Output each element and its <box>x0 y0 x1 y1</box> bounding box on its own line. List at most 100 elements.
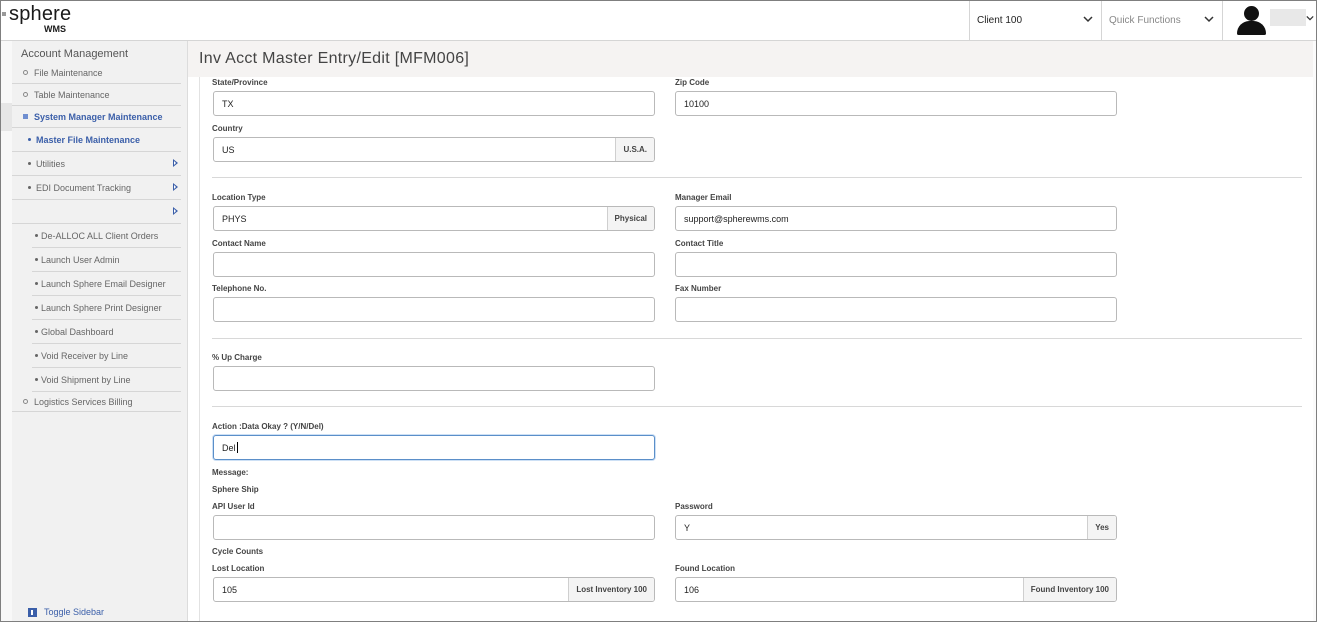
dot-bullet-icon <box>28 162 31 165</box>
sidebar-item-label: EDI Document Tracking <box>36 182 132 193</box>
sidebar-item-edi-document-tracking[interactable]: EDI Document Tracking <box>12 176 181 200</box>
sidebar-item-label: Utilities <box>36 158 66 169</box>
lost-location-value: 105 <box>222 584 238 595</box>
dot-bullet-icon <box>35 306 38 309</box>
quick-functions-select[interactable]: Quick Functions <box>1101 1 1222 40</box>
password-input[interactable]: Y Yes <box>675 515 1117 540</box>
expand-arrow-icon <box>173 207 178 215</box>
sidebar-subitem-dealloc-orders[interactable]: De-ALLOC ALL Client Orders <box>32 224 181 248</box>
sidebar-subitem-print-designer[interactable]: Launch Sphere Print Designer <box>32 296 181 320</box>
state-value: TX <box>222 98 234 109</box>
section-divider <box>212 177 1302 178</box>
lost-location-addon: Lost Inventory 100 <box>568 578 654 601</box>
sidebar-subitem-email-designer[interactable]: Launch Sphere Email Designer <box>32 272 181 296</box>
contact-title-input[interactable] <box>675 252 1117 277</box>
page-title-bar: Inv Acct Master Entry/Edit [MFM006] <box>188 41 1316 77</box>
zip-input[interactable]: 10100 <box>675 91 1117 116</box>
manager-email-value: support@spherewms.com <box>684 213 789 224</box>
circle-bullet-icon <box>23 92 28 97</box>
sphere-ship-heading: Sphere Ship <box>212 485 259 494</box>
page-title: Inv Acct Master Entry/Edit [MFM006] <box>199 50 470 67</box>
lost-location-label: Lost Location <box>212 564 265 573</box>
logo-text-wms: WMS <box>44 24 66 34</box>
sidebar-subitem-label: Void Shipment by Line <box>41 374 131 385</box>
api-user-label: API User Id <box>212 502 255 511</box>
cycle-counts-heading: Cycle Counts <box>212 547 264 556</box>
found-location-value: 106 <box>684 584 700 595</box>
sidebar-subitem-label: Launch User Admin <box>41 254 120 265</box>
found-location-input[interactable]: 106 Found Inventory 100 <box>675 577 1117 602</box>
sidebar-item-file-maintenance[interactable]: File Maintenance <box>12 62 181 84</box>
sidebar-subitem-label: Launch Sphere Print Designer <box>41 302 162 313</box>
dot-bullet-icon <box>28 186 31 189</box>
user-name-box <box>1270 9 1306 26</box>
section-divider <box>212 338 1302 339</box>
state-input[interactable]: TX <box>213 91 655 116</box>
dot-bullet-icon <box>35 258 38 261</box>
sidebar-toggle-icon <box>28 607 37 617</box>
manager-email-input[interactable]: support@spherewms.com <box>675 206 1117 231</box>
dot-bullet-icon <box>35 234 38 237</box>
sidebar-subitem-void-receiver[interactable]: Void Receiver by Line <box>32 344 181 368</box>
location-type-input[interactable]: PHYS Physical <box>213 206 655 231</box>
client-select[interactable]: Client 100 <box>969 1 1101 40</box>
dot-bullet-icon <box>28 138 31 141</box>
sphere-wms-logo[interactable]: sphere WMS <box>2 4 71 34</box>
location-type-label: Location Type <box>212 193 266 202</box>
chevron-down-icon <box>1306 15 1314 21</box>
sidebar-item-unnamed[interactable] <box>12 200 181 224</box>
sidebar-subitem-global-dashboard[interactable]: Global Dashboard <box>32 320 181 344</box>
action-input[interactable]: Del <box>213 435 655 460</box>
country-input[interactable]: US U.S.A. <box>213 137 655 162</box>
sidebar-item-logistics-billing[interactable]: Logistics Services Billing <box>12 392 181 412</box>
fax-input[interactable] <box>675 297 1117 322</box>
contact-name-input[interactable] <box>213 252 655 277</box>
expanded-bullet-icon <box>23 114 28 119</box>
password-label: Password <box>675 502 713 511</box>
fax-label: Fax Number <box>675 284 722 293</box>
client-select-value: Client 100 <box>977 15 1023 26</box>
logo-mark-icon <box>2 12 6 16</box>
manager-email-label: Manager Email <box>675 193 732 202</box>
location-type-addon: Physical <box>606 207 654 230</box>
sidebar-item-table-maintenance[interactable]: Table Maintenance <box>12 84 181 106</box>
sidebar-subitem-label: De-ALLOC ALL Client Orders <box>41 230 159 241</box>
circle-bullet-icon <box>23 399 28 404</box>
action-value: Del <box>222 442 236 453</box>
sidebar-subitem-label: Launch Sphere Email Designer <box>41 278 166 289</box>
section-divider <box>212 406 1302 407</box>
scrollbar-track[interactable] <box>1313 41 1316 621</box>
quick-functions-placeholder: Quick Functions <box>1109 15 1181 26</box>
telephone-input[interactable] <box>213 297 655 322</box>
api-user-input[interactable] <box>213 515 655 540</box>
expand-arrow-icon <box>173 183 178 191</box>
sidebar-subitem-void-shipment[interactable]: Void Shipment by Line <box>32 368 181 392</box>
zip-value: 10100 <box>684 98 710 109</box>
upcharge-input[interactable] <box>213 366 655 391</box>
toggle-sidebar-button[interactable]: Toggle Sidebar <box>28 607 104 617</box>
sidebar-item-utilities[interactable]: Utilities <box>12 152 181 176</box>
avatar-icon <box>1244 6 1259 21</box>
action-label: Action :Data Okay ? (Y/N/Del) <box>212 422 324 431</box>
found-location-label: Found Location <box>675 564 735 573</box>
zip-label: Zip Code <box>675 78 710 87</box>
sidebar-item-system-manager-maintenance[interactable]: System Manager Maintenance <box>12 106 181 128</box>
sidebar: Account Management File Maintenance Tabl… <box>1 41 188 621</box>
sidebar-item-label: File Maintenance <box>34 67 103 78</box>
chevron-down-icon <box>1204 16 1214 23</box>
lost-location-input[interactable]: 105 Lost Inventory 100 <box>213 577 655 602</box>
upcharge-label: % Up Charge <box>212 353 262 362</box>
circle-bullet-icon <box>23 70 28 75</box>
sidebar-item-master-file-maintenance[interactable]: Master File Maintenance <box>12 128 181 152</box>
country-value: US <box>222 144 235 155</box>
chevron-down-icon <box>1083 16 1093 23</box>
sidebar-subitem-launch-user-admin[interactable]: Launch User Admin <box>32 248 181 272</box>
sidebar-item-label: Master File Maintenance <box>36 134 141 145</box>
expand-arrow-icon <box>173 159 178 167</box>
contact-name-label: Contact Name <box>212 239 266 248</box>
sidebar-item-label: Logistics Services Billing <box>34 396 133 407</box>
user-menu[interactable] <box>1222 1 1316 40</box>
sidebar-item-label: System Manager Maintenance <box>34 111 163 122</box>
password-value: Y <box>684 522 691 533</box>
app-window: sphere WMS Client 100 Quick Functions Ac… <box>0 0 1317 622</box>
